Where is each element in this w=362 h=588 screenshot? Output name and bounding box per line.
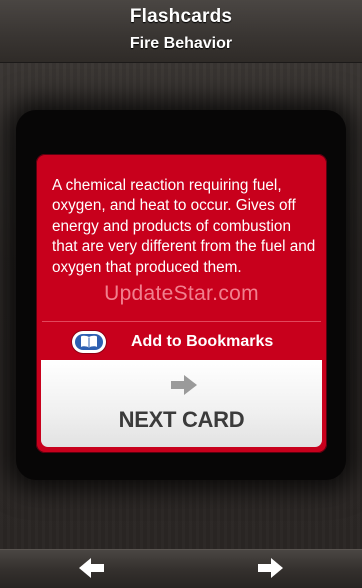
next-card-button[interactable]: NEXT CARD (41, 360, 322, 447)
book-icon (72, 331, 106, 353)
arrow-left-icon[interactable] (78, 556, 106, 580)
card-definition-text: A chemical reaction requiring fuel, oxyg… (52, 177, 316, 276)
bookmark-label: Add to Bookmarks (131, 333, 274, 350)
deck-subtitle: Fire Behavior (129, 35, 233, 52)
arrow-right-icon[interactable] (256, 556, 284, 580)
app-title: Flashcards (129, 6, 233, 27)
flashcard: A chemical reaction requiring fuel, oxyg… (36, 154, 327, 453)
arrow-right-icon (171, 375, 197, 395)
app-header: Flashcards Fire Behavior (0, 0, 362, 63)
add-to-bookmarks-button[interactable]: Add to Bookmarks (36, 324, 327, 359)
card-divider (42, 321, 321, 322)
next-card-label: NEXT CARD (118, 407, 245, 432)
bottom-nav-bar (0, 549, 362, 588)
watermark-text: UpdateStar.com (104, 282, 259, 305)
